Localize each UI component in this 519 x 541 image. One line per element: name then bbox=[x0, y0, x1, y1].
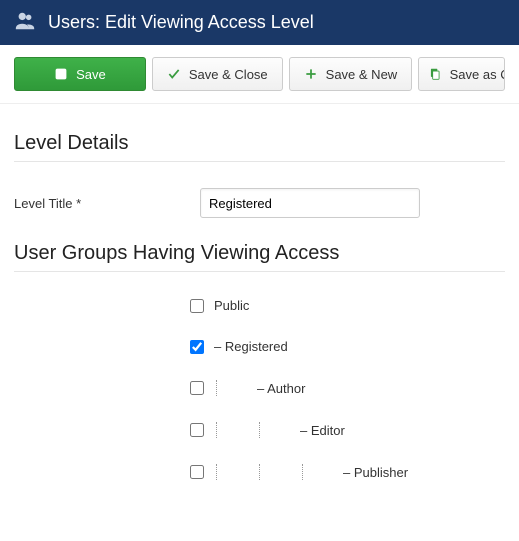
level-title-label: Level Title * bbox=[14, 196, 184, 211]
group-label: – Editor bbox=[300, 423, 345, 438]
save-close-button[interactable]: Save & Close bbox=[152, 57, 283, 91]
save-new-button[interactable]: Save & New bbox=[289, 57, 413, 91]
toolbar: Save Save & Close Save & New Save as C bbox=[0, 45, 519, 104]
group-label: – Author bbox=[257, 381, 305, 396]
group-checkbox[interactable] bbox=[190, 423, 204, 437]
save-label: Save bbox=[76, 67, 106, 82]
group-row: – Editor bbox=[190, 422, 505, 438]
plus-icon bbox=[304, 67, 318, 81]
tree-indent-icon bbox=[216, 422, 217, 438]
tree-indent-icon bbox=[259, 464, 260, 480]
save-close-label: Save & Close bbox=[189, 67, 268, 82]
check-icon bbox=[167, 67, 181, 81]
copy-icon bbox=[428, 67, 442, 81]
save-copy-button[interactable]: Save as C bbox=[418, 57, 505, 91]
group-row: Public bbox=[190, 298, 505, 313]
tree-indent-icon bbox=[216, 380, 217, 396]
group-checkbox[interactable] bbox=[190, 340, 204, 354]
content: Level Details Level Title * User Groups … bbox=[0, 104, 519, 520]
divider bbox=[14, 161, 505, 162]
section-level-details: Level Details bbox=[14, 132, 505, 155]
group-label: – Publisher bbox=[343, 465, 408, 480]
field-level-title: Level Title * bbox=[14, 188, 505, 218]
level-title-input[interactable] bbox=[200, 188, 420, 218]
group-checkbox[interactable] bbox=[190, 299, 204, 313]
page-title: Users: Edit Viewing Access Level bbox=[48, 12, 314, 33]
page-header: Users: Edit Viewing Access Level bbox=[0, 0, 519, 45]
group-row: – Registered bbox=[190, 339, 505, 354]
group-label: Public bbox=[214, 298, 249, 313]
group-checkbox[interactable] bbox=[190, 465, 204, 479]
save-copy-label: Save as C bbox=[450, 67, 505, 82]
divider bbox=[14, 271, 505, 272]
group-checkbox[interactable] bbox=[190, 381, 204, 395]
users-icon bbox=[14, 10, 36, 35]
save-new-label: Save & New bbox=[326, 67, 398, 82]
save-button[interactable]: Save bbox=[14, 57, 146, 91]
user-groups-list: Public – Registered – Author – Editor – Publ… bbox=[190, 298, 505, 480]
tree-indent-icon bbox=[216, 464, 217, 480]
tree-indent-icon bbox=[302, 464, 303, 480]
tree-indent-icon bbox=[259, 422, 260, 438]
group-row: – Author bbox=[190, 380, 505, 396]
group-label: – Registered bbox=[214, 339, 288, 354]
apply-icon bbox=[54, 67, 68, 81]
section-user-groups: User Groups Having Viewing Access bbox=[14, 242, 505, 265]
group-row: – Publisher bbox=[190, 464, 505, 480]
